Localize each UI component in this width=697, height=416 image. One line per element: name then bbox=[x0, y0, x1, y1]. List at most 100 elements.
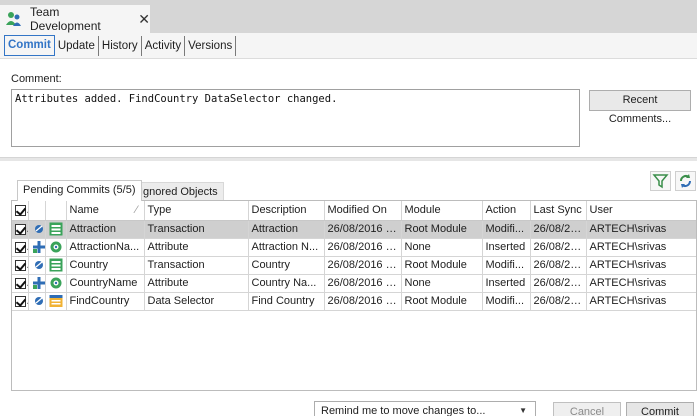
row-checkbox-cell[interactable] bbox=[12, 274, 29, 293]
cell-type: Transaction bbox=[144, 220, 249, 239]
table-row[interactable]: FindCountry Data Selector Find Country 26/0… bbox=[12, 292, 696, 311]
document-tab[interactable]: Team Development ✕ bbox=[0, 5, 150, 33]
table-row[interactable]: Attraction Transaction Attraction 26/08/201… bbox=[12, 220, 696, 239]
remind-move-dropdown[interactable]: Remind me to move changes to... ▼ bbox=[314, 401, 536, 416]
cell-user: ARTECH\srivas bbox=[586, 256, 696, 275]
cell-user: ARTECH\srivas bbox=[586, 238, 696, 257]
column-header-user[interactable]: User bbox=[586, 201, 696, 221]
filter-icon bbox=[652, 174, 669, 189]
cell-last-sync: 26/08/20... bbox=[530, 256, 587, 275]
tab-pending-commits[interactable]: Pending Commits (5/5) bbox=[17, 180, 142, 201]
column-header-name[interactable]: Name ⁄ bbox=[66, 201, 145, 221]
cell-modified-on: 26/08/2016 1... bbox=[324, 274, 402, 293]
row-checkbox[interactable] bbox=[15, 259, 26, 271]
cell-description: Attraction N... bbox=[248, 238, 325, 257]
tab-ignored-objects[interactable]: Ignored Objects bbox=[134, 182, 224, 200]
modified-icon bbox=[32, 294, 45, 308]
inserted-icon bbox=[32, 240, 44, 254]
cell-modified-on: 26/08/2016 1... bbox=[324, 220, 402, 239]
status-cell bbox=[28, 220, 46, 239]
comment-label: Comment: bbox=[11, 73, 62, 85]
cell-module: None bbox=[401, 238, 483, 257]
window-title: Team Development bbox=[30, 5, 101, 33]
object-type-cell bbox=[45, 292, 67, 311]
modified-icon bbox=[32, 258, 45, 272]
object-type-cell bbox=[45, 274, 67, 293]
refresh-icon bbox=[680, 174, 691, 188]
tab-update[interactable]: Update bbox=[55, 35, 99, 56]
cell-user: ARTECH\srivas bbox=[586, 220, 696, 239]
tab-commit[interactable]: Commit bbox=[4, 35, 55, 56]
cell-module: Root Module bbox=[401, 256, 483, 275]
transaction-icon bbox=[49, 222, 63, 236]
row-checkbox[interactable] bbox=[15, 295, 26, 307]
tab-versions[interactable]: Versions bbox=[185, 35, 237, 56]
row-checkbox[interactable] bbox=[15, 223, 26, 235]
cell-name: FindCountry bbox=[66, 292, 145, 311]
status-cell bbox=[28, 292, 46, 311]
select-all-checkbox[interactable] bbox=[15, 204, 26, 216]
refresh-button[interactable] bbox=[675, 171, 696, 191]
column-header-last-sync[interactable]: Last Sync bbox=[530, 201, 587, 221]
grid-header: Name ⁄ Type Description Modified On Modul… bbox=[12, 201, 696, 221]
cell-module: Root Module bbox=[401, 220, 483, 239]
chevron-down-icon: ▼ bbox=[519, 406, 527, 415]
table-row[interactable]: AttractionNa... Attribute Attraction N... 2… bbox=[12, 238, 696, 257]
cell-last-sync: 26/08/20... bbox=[530, 220, 587, 239]
cell-action: Modifi... bbox=[482, 256, 531, 275]
row-checkbox[interactable] bbox=[15, 241, 26, 253]
cell-description: Country bbox=[248, 256, 325, 275]
filter-button[interactable] bbox=[650, 171, 671, 191]
data-selector-icon bbox=[49, 294, 63, 308]
tab-history[interactable]: History bbox=[99, 35, 142, 56]
column-header-module[interactable]: Module bbox=[401, 201, 483, 221]
cancel-button[interactable]: Cancel bbox=[553, 402, 621, 416]
table-row[interactable]: CountryName Attribute Country Na... 26/08/2… bbox=[12, 274, 696, 293]
tab-activity[interactable]: Activity bbox=[142, 35, 186, 56]
remind-move-label: Remind me to move changes to... bbox=[321, 405, 486, 416]
cell-description: Country Na... bbox=[248, 274, 325, 293]
icon-column-header bbox=[45, 201, 67, 221]
team-icon bbox=[5, 10, 23, 28]
cell-user: ARTECH\srivas bbox=[586, 274, 696, 293]
object-type-cell bbox=[45, 220, 67, 239]
cell-module: None bbox=[401, 274, 483, 293]
table-row[interactable]: Country Transaction Country 26/08/2016 1...… bbox=[12, 256, 696, 275]
modified-icon bbox=[32, 222, 45, 236]
cell-modified-on: 26/08/2016 1... bbox=[324, 256, 402, 275]
row-checkbox[interactable] bbox=[15, 277, 26, 289]
recent-comments-button[interactable]: Recent Comments... bbox=[589, 90, 691, 125]
close-icon[interactable]: ✕ bbox=[138, 11, 150, 28]
cell-action: Modifi... bbox=[482, 220, 531, 239]
comment-textarea[interactable]: Attributes added. FindCountry DataSelect… bbox=[11, 89, 580, 147]
cell-last-sync: 26/08/20... bbox=[530, 274, 587, 293]
cell-modified-on: 26/08/2016 1... bbox=[324, 238, 402, 257]
select-all-header[interactable] bbox=[12, 201, 29, 221]
column-header-action[interactable]: Action bbox=[482, 201, 531, 221]
pending-commits-grid: Name ⁄ Type Description Modified On Modul… bbox=[11, 200, 697, 391]
transaction-icon bbox=[49, 258, 63, 272]
cell-type: Data Selector bbox=[144, 292, 249, 311]
column-header-type[interactable]: Type bbox=[144, 201, 249, 221]
attribute-icon bbox=[49, 240, 63, 254]
attribute-icon bbox=[49, 276, 63, 290]
cell-last-sync: 26/08/20... bbox=[530, 292, 587, 311]
column-header-modified-on[interactable]: Modified On bbox=[324, 201, 402, 221]
commit-button[interactable]: Commit bbox=[626, 402, 694, 416]
cell-last-sync: 26/08/20... bbox=[530, 238, 587, 257]
row-checkbox-cell[interactable] bbox=[12, 256, 29, 275]
cell-type: Transaction bbox=[144, 256, 249, 275]
splitter[interactable] bbox=[0, 157, 697, 161]
row-checkbox-cell[interactable] bbox=[12, 292, 29, 311]
cell-name: AttractionNa... bbox=[66, 238, 145, 257]
cell-name: CountryName bbox=[66, 274, 145, 293]
cell-name: Country bbox=[66, 256, 145, 275]
row-checkbox-cell[interactable] bbox=[12, 238, 29, 257]
sub-tab-bar: Commit Update History Activity Versions bbox=[0, 33, 697, 59]
cell-module: Root Module bbox=[401, 292, 483, 311]
object-type-cell bbox=[45, 238, 67, 257]
object-type-cell bbox=[45, 256, 67, 275]
cell-action: Inserted bbox=[482, 238, 531, 257]
row-checkbox-cell[interactable] bbox=[12, 220, 29, 239]
column-header-description[interactable]: Description bbox=[248, 201, 325, 221]
